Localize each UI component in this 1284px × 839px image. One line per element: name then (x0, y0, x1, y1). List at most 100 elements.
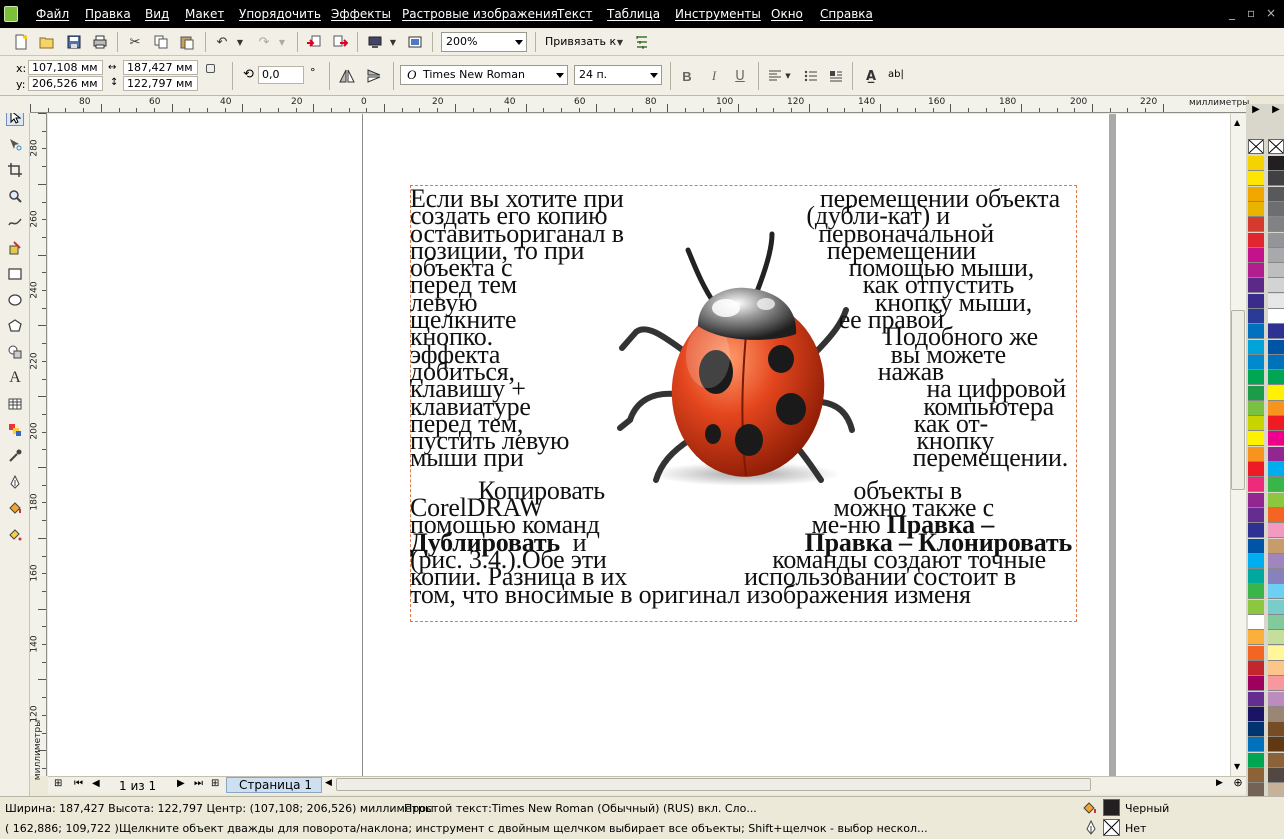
font-family-combo[interactable]: O Times New Roman (400, 65, 568, 85)
welcome-screen-icon[interactable] (406, 33, 424, 51)
interactive-fill-tool-icon[interactable] (6, 525, 24, 543)
color-swatch[interactable] (1268, 339, 1284, 355)
color-swatch[interactable] (1248, 431, 1264, 447)
no-color-swatch[interactable] (1268, 139, 1284, 154)
color-swatch[interactable] (1248, 309, 1264, 324)
color-swatch[interactable] (1268, 676, 1284, 692)
color-swatch[interactable] (1248, 232, 1264, 248)
color-swatch[interactable] (1248, 217, 1264, 233)
zoom-navigator-icon[interactable]: ⊕ (1230, 776, 1246, 794)
color-swatch[interactable] (1268, 477, 1284, 493)
zoom-level-combo[interactable]: 200% (441, 32, 527, 52)
color-swatch[interactable] (1248, 156, 1264, 171)
horizontal-scroll-thumb[interactable] (336, 778, 1091, 791)
mirror-horizontal-icon[interactable] (338, 67, 356, 85)
color-swatch[interactable] (1268, 462, 1284, 477)
undo-icon[interactable]: ↶ (213, 33, 231, 51)
color-swatch[interactable] (1268, 324, 1284, 340)
basic-shapes-tool-icon[interactable] (6, 343, 24, 361)
new-document-icon[interactable] (12, 33, 30, 51)
color-swatch[interactable] (1268, 171, 1284, 187)
color-swatch[interactable] (1248, 278, 1264, 294)
menu-edit[interactable]: Правка (85, 7, 131, 21)
menu-file[interactable]: Файл (36, 7, 69, 21)
color-swatch[interactable] (1268, 630, 1284, 646)
mirror-vertical-icon[interactable] (365, 67, 383, 85)
rectangle-tool-icon[interactable] (6, 265, 24, 283)
scroll-left-icon[interactable]: ◀ (325, 778, 332, 788)
color-swatch[interactable] (1268, 706, 1284, 722)
color-swatch[interactable] (1268, 768, 1284, 783)
menu-table[interactable]: Таблица (607, 7, 660, 21)
color-swatch[interactable] (1248, 722, 1264, 738)
import-icon[interactable] (305, 33, 323, 51)
color-swatch[interactable] (1248, 247, 1264, 263)
snap-to-button[interactable]: Привязать к (545, 35, 616, 48)
zoom-tool-icon[interactable] (6, 187, 24, 205)
color-swatch[interactable] (1248, 615, 1264, 630)
color-swatch[interactable] (1268, 400, 1284, 416)
color-swatch[interactable] (1268, 186, 1284, 202)
x-position-field[interactable]: 107,108 мм (28, 60, 103, 75)
no-color-swatch[interactable] (1248, 139, 1264, 154)
color-swatch[interactable] (1248, 630, 1264, 646)
color-swatch[interactable] (1248, 416, 1264, 432)
color-swatch[interactable] (1268, 645, 1284, 661)
redo-dropdown-icon[interactable]: ▼ (277, 33, 287, 51)
menu-view[interactable]: Вид (145, 7, 169, 21)
redo-icon[interactable]: ↷ (255, 33, 273, 51)
color-swatch[interactable] (1268, 217, 1284, 233)
copy-icon[interactable] (152, 33, 170, 51)
scroll-right-icon[interactable]: ▶ (1216, 778, 1223, 788)
application-launcher-icon[interactable] (366, 33, 384, 51)
color-swatch[interactable] (1268, 232, 1284, 248)
fill-tool-icon[interactable] (6, 499, 24, 517)
polygon-tool-icon[interactable] (6, 317, 24, 335)
color-swatch[interactable] (1248, 339, 1264, 355)
color-swatch[interactable] (1248, 523, 1264, 539)
color-swatch[interactable] (1248, 584, 1264, 600)
outline-pen-tool-icon[interactable] (6, 473, 24, 491)
vertical-ruler[interactable]: 280 260 240 220 200 180 160 140 120 миллиметры (30, 113, 47, 780)
color-swatch[interactable] (1268, 354, 1284, 370)
horizontal-ruler[interactable]: 80 60 40 20 0 20 40 60 80 100 120 140 160 180 200 220 ми… (30, 96, 1249, 113)
color-swatch[interactable] (1268, 385, 1284, 401)
color-swatch[interactable] (1248, 400, 1264, 416)
color-swatch[interactable] (1268, 722, 1284, 738)
text-align-icon[interactable] (766, 67, 784, 85)
close-button[interactable]: × (1266, 6, 1276, 20)
bullets-icon[interactable] (802, 67, 820, 85)
vertical-scroll-thumb[interactable] (1231, 310, 1245, 490)
color-swatch[interactable] (1248, 752, 1264, 768)
underline-icon[interactable]: U (731, 67, 749, 85)
paragraph-text[interactable]: Если вы хотите при перемещении объекта соз… (410, 185, 1072, 607)
menu-arrange[interactable]: Упорядочить (239, 7, 321, 21)
color-swatch[interactable] (1268, 553, 1284, 569)
color-swatch[interactable] (1248, 201, 1264, 217)
menu-bitmaps[interactable]: Растровые изображения (402, 7, 558, 21)
eyedropper-tool-icon[interactable] (6, 447, 24, 465)
color-swatch[interactable] (1268, 752, 1284, 768)
color-swatch[interactable] (1268, 309, 1284, 324)
bold-icon[interactable]: B (678, 67, 696, 85)
color-swatch[interactable] (1248, 599, 1264, 615)
color-swatch[interactable] (1268, 293, 1284, 309)
restore-button[interactable]: ▫ (1247, 6, 1255, 20)
fill-color-chip[interactable] (1103, 799, 1120, 816)
outline-color-chip[interactable] (1103, 819, 1120, 836)
height-field[interactable]: 122,797 мм (123, 76, 198, 91)
previous-page-icon[interactable]: ◀ (92, 778, 100, 789)
color-swatch[interactable] (1268, 615, 1284, 630)
launcher-dropdown-icon[interactable]: ▼ (388, 33, 398, 51)
snap-dropdown-icon[interactable]: ▼ (615, 33, 625, 51)
drop-cap-icon[interactable] (827, 67, 845, 85)
color-swatch[interactable] (1248, 446, 1264, 462)
color-swatch[interactable] (1268, 569, 1284, 585)
paste-icon[interactable] (178, 33, 196, 51)
color-swatch[interactable] (1268, 507, 1284, 523)
menu-layout[interactable]: Макет (185, 7, 224, 21)
y-position-field[interactable]: 206,526 мм (28, 76, 103, 91)
color-swatch[interactable] (1248, 553, 1264, 569)
cut-icon[interactable]: ✂ (126, 33, 144, 51)
freehand-tool-icon[interactable] (6, 213, 24, 231)
